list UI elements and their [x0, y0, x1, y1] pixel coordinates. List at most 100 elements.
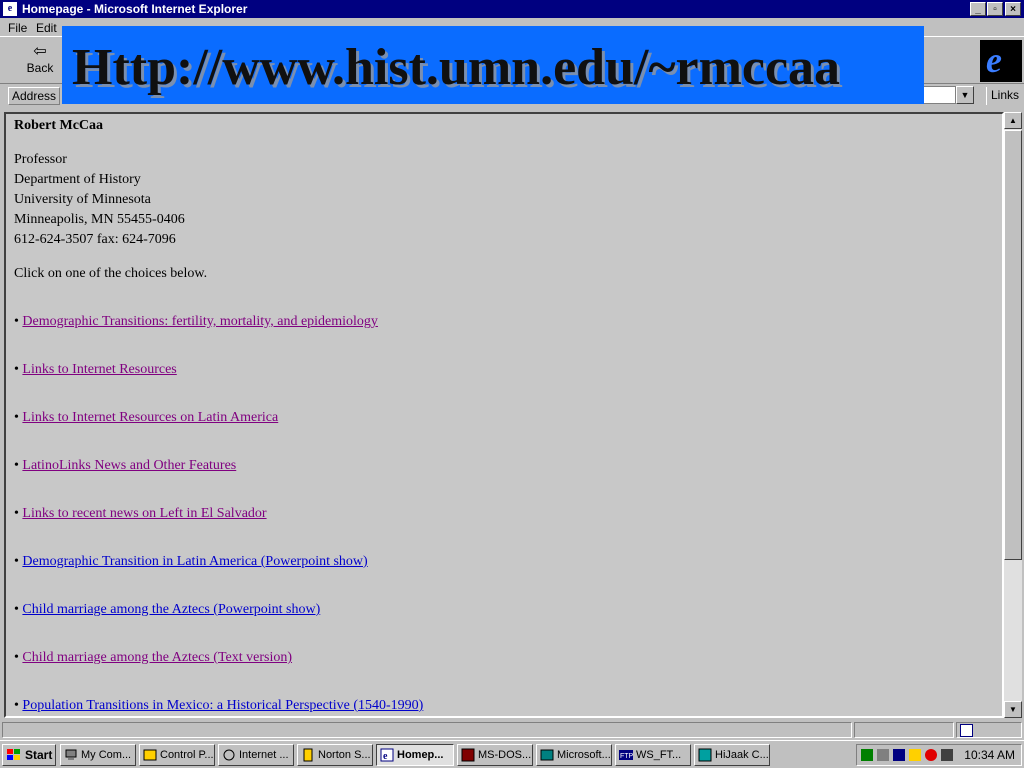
minimize-button[interactable]: _ — [970, 2, 986, 16]
bullet: • — [14, 314, 19, 329]
taskbar-button-hijaak[interactable]: HiJaak C... — [694, 744, 770, 766]
link-internet-resources[interactable]: Links to Internet Resources — [22, 362, 176, 377]
vertical-scrollbar[interactable]: ▲ ▼ — [1004, 112, 1022, 718]
instruction-text: Click on one of the choices below. — [14, 266, 208, 281]
taskbar-label: WS_FT... — [636, 749, 682, 761]
taskbar-button-microsoft[interactable]: Microsoft... — [536, 744, 612, 766]
info-line: 612-624-3507 fax: 624-7096 — [14, 232, 176, 247]
svg-text:FTP: FTP — [620, 753, 633, 760]
list-item: • LatinoLinks News and Other Features — [14, 458, 236, 474]
ie-logo-icon: e — [986, 40, 1002, 80]
status-progress-pane — [854, 722, 954, 738]
hijaak-icon — [698, 748, 712, 762]
scroll-down-button[interactable]: ▼ — [1004, 701, 1022, 718]
scroll-up-button[interactable]: ▲ — [1004, 112, 1022, 129]
taskbar-button-homepage[interactable]: e Homep... — [376, 744, 454, 766]
menu-edit[interactable]: Edit — [36, 21, 57, 35]
bullet: • — [14, 410, 19, 425]
info-line: Professor — [14, 152, 67, 167]
taskbar-button-msdos[interactable]: MS-DOS... — [457, 744, 533, 766]
page-content: Robert McCaa Professor Department of His… — [4, 112, 1004, 718]
taskbar-label: Microsoft... — [557, 749, 611, 761]
microsoft-icon — [540, 749, 554, 761]
back-arrow-icon: ⇦ — [33, 43, 47, 60]
list-item: • Child marriage among the Aztecs (Power… — [14, 602, 320, 618]
bullet: • — [14, 698, 19, 713]
monitor-icon[interactable] — [893, 749, 905, 761]
list-item: • Child marriage among the Aztecs (Text … — [14, 650, 292, 666]
bullet: • — [14, 602, 19, 617]
maximize-button[interactable]: ▫ — [987, 2, 1003, 16]
scheduler-icon[interactable] — [941, 749, 953, 761]
volume-icon[interactable] — [877, 749, 889, 761]
status-bar — [0, 720, 1024, 740]
taskbar-label: Control P... — [160, 749, 214, 761]
link-latin-america-resources[interactable]: Links to Internet Resources on Latin Ame… — [22, 410, 278, 425]
menu-file[interactable]: File — [8, 21, 27, 35]
info-line: University of Minnesota — [14, 192, 151, 207]
zone-icon — [960, 724, 973, 737]
close-button[interactable]: × — [1005, 2, 1021, 16]
back-label: Back — [26, 61, 54, 75]
taskbar: Start My Com... Control P... Internet ..… — [0, 740, 1024, 768]
list-item: • Links to recent news on Left in El Sal… — [14, 506, 267, 522]
list-item: • Population Transitions in Mexico: a Hi… — [14, 698, 423, 714]
taskbar-label: Internet ... — [239, 749, 289, 761]
list-item: • Links to Internet Resources on Latin A… — [14, 410, 278, 426]
list-item: • Links to Internet Resources — [14, 362, 177, 378]
link-el-salvador-news[interactable]: Links to recent news on Left in El Salva… — [22, 506, 266, 521]
link-aztecs-text[interactable]: Child marriage among the Aztecs (Text ve… — [22, 650, 292, 665]
start-button[interactable]: Start — [2, 744, 56, 766]
scroll-thumb[interactable] — [1004, 130, 1022, 560]
url-banner: Http://www.hist.umn.edu/~rmccaa — [62, 26, 924, 104]
taskbar-label: Homep... — [397, 749, 444, 761]
link-latin-america-powerpoint[interactable]: Demographic Transition in Latin America … — [22, 554, 367, 569]
bullet: • — [14, 362, 19, 377]
taskbar-button-norton[interactable]: Norton S... — [297, 744, 373, 766]
banner-url-text: Http://www.hist.umn.edu/~rmccaa — [72, 39, 841, 96]
ie-icon: e — [380, 748, 394, 762]
taskbar-label: My Com... — [81, 749, 132, 761]
bullet: • — [14, 650, 19, 665]
record-icon[interactable] — [925, 749, 937, 761]
control-panel-icon — [143, 749, 157, 761]
system-tray: 10:34 AM — [856, 744, 1022, 766]
link-latinolinks[interactable]: LatinoLinks News and Other Features — [22, 458, 236, 473]
svg-text:e: e — [383, 751, 388, 762]
ie-logo: e — [980, 40, 1022, 82]
ie-window-icon[interactable]: e — [3, 2, 17, 16]
link-mexico-transitions[interactable]: Population Transitions in Mexico: a Hist… — [22, 698, 423, 713]
window-title: Homepage - Microsoft Internet Explorer — [22, 2, 248, 16]
status-text-pane — [2, 722, 852, 738]
link-aztecs-powerpoint[interactable]: Child marriage among the Aztecs (Powerpo… — [22, 602, 320, 617]
taskbar-label: HiJaak C... — [715, 749, 769, 761]
taskbar-button-my-computer[interactable]: My Com... — [60, 744, 136, 766]
windows-logo-icon — [7, 749, 20, 760]
taskbar-label: MS-DOS... — [478, 749, 532, 761]
network-icon[interactable] — [861, 749, 873, 761]
tray-app-icon[interactable] — [909, 749, 921, 761]
norton-icon — [303, 748, 313, 762]
info-line: Department of History — [14, 172, 141, 187]
taskbar-button-internet[interactable]: Internet ... — [218, 744, 294, 766]
address-label: Address — [8, 87, 61, 105]
start-label: Start — [25, 748, 53, 762]
address-dropdown-button[interactable]: ▼ — [956, 86, 974, 104]
title-bar[interactable]: e Homepage - Microsoft Internet Explorer… — [0, 0, 1024, 18]
bullet: • — [14, 458, 19, 473]
clock[interactable]: 10:34 AM — [964, 748, 1015, 762]
page-title: Robert McCaa — [14, 118, 104, 133]
taskbar-button-control-panel[interactable]: Control P... — [139, 744, 215, 766]
links-button[interactable]: Links — [986, 87, 1019, 105]
ftp-icon: FTP — [619, 750, 633, 760]
back-button[interactable]: ⇦ Back — [14, 43, 66, 81]
msdos-icon — [461, 748, 475, 762]
taskbar-button-ws-ftp[interactable]: FTP WS_FT... — [615, 744, 691, 766]
bullet: • — [14, 506, 19, 521]
list-item: • Demographic Transitions: fertility, mo… — [14, 314, 378, 330]
link-demographic-transitions[interactable]: Demographic Transitions: fertility, mort… — [22, 314, 378, 329]
bullet: • — [14, 554, 19, 569]
list-item: • Demographic Transition in Latin Americ… — [14, 554, 368, 570]
internet-icon — [223, 749, 235, 761]
status-zone-pane — [956, 722, 1022, 738]
